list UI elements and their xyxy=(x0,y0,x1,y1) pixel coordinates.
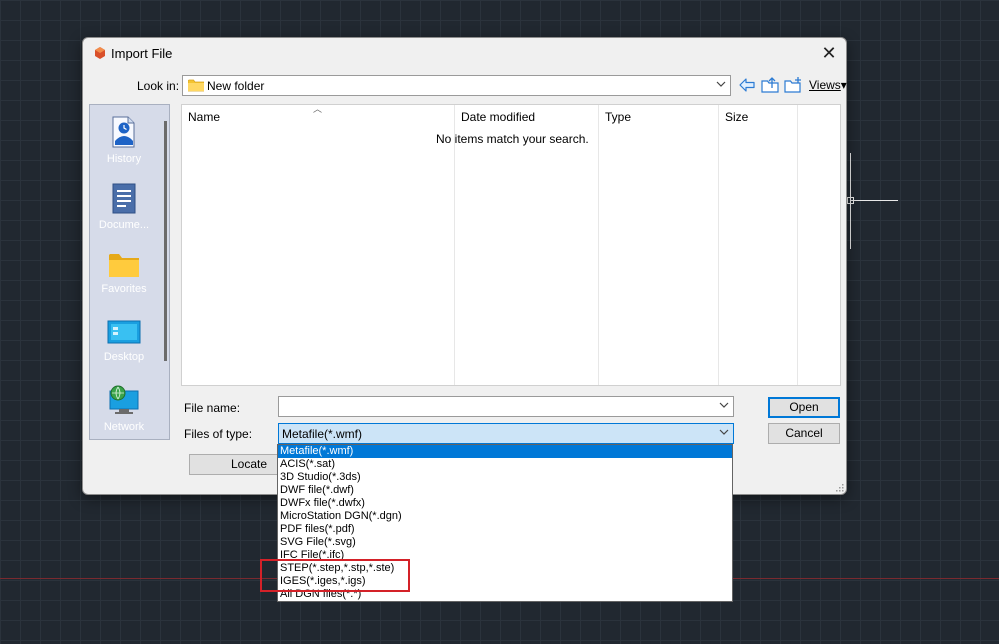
place-label: Docume... xyxy=(98,219,150,231)
column-header-name[interactable]: Name xyxy=(188,110,220,130)
import-file-dialog: Import File ✕ Look in: New folder Views▾ xyxy=(82,37,847,495)
place-label: Desktop xyxy=(103,351,145,363)
crosshair-pickbox xyxy=(847,197,854,204)
column-header-date-modified[interactable]: Date modified xyxy=(461,110,535,130)
look-in-combo[interactable]: New folder xyxy=(182,75,731,96)
chevron-down-icon[interactable] xyxy=(719,429,729,436)
file-type-option[interactable]: ACIS(*.sat) xyxy=(278,458,732,471)
files-of-type-label: Files of type: xyxy=(184,427,253,441)
column-separator[interactable] xyxy=(718,105,719,385)
resize-grip-icon[interactable] xyxy=(834,482,844,492)
sort-ascending-icon: ︿ xyxy=(313,104,323,114)
place-label: History xyxy=(106,153,142,165)
desktop-icon xyxy=(107,320,141,344)
back-arrow-icon[interactable] xyxy=(738,76,756,94)
place-label: Network xyxy=(103,421,145,433)
file-type-option[interactable]: MicroStation DGN(*.dgn) xyxy=(278,510,732,523)
documents-icon xyxy=(112,183,136,214)
place-history[interactable]: History xyxy=(90,115,158,165)
empty-message: No items match your search. xyxy=(436,132,589,146)
dialog-titlebar[interactable]: Import File ✕ xyxy=(83,38,846,68)
column-separator[interactable] xyxy=(598,105,599,385)
column-header-type[interactable]: Type xyxy=(605,110,631,130)
new-folder-icon[interactable] xyxy=(783,76,803,94)
files-of-type-value: Metafile(*.wmf) xyxy=(282,427,363,441)
open-button[interactable]: Open xyxy=(768,397,840,418)
column-separator[interactable] xyxy=(454,105,455,385)
dialog-title: Import File xyxy=(111,46,173,61)
column-header-size[interactable]: Size xyxy=(725,110,748,130)
cancel-button[interactable]: Cancel xyxy=(768,423,840,444)
file-type-option[interactable]: DWFx file(*.dwfx) xyxy=(278,497,732,510)
network-icon xyxy=(109,385,139,414)
views-dropdown-arrow: ▾ xyxy=(840,78,847,92)
column-separator[interactable] xyxy=(797,105,798,385)
place-documents[interactable]: Docume... xyxy=(90,183,158,231)
favorites-folder-icon xyxy=(109,254,139,277)
place-label: Favorites xyxy=(101,283,147,295)
crosshair-horizontal xyxy=(850,200,898,201)
look-in-label: Look in: xyxy=(137,79,180,93)
chevron-down-icon[interactable] xyxy=(716,81,726,88)
places-scrollbar[interactable] xyxy=(164,121,167,361)
look-in-value: New folder xyxy=(207,79,265,93)
file-list[interactable]: ︿ Name Date modified Type Size No items … xyxy=(181,104,841,386)
views-menu-button[interactable]: Views▾ xyxy=(809,78,847,92)
place-favorites[interactable]: Favorites xyxy=(90,251,158,295)
file-type-option[interactable]: PDF files(*.pdf) xyxy=(278,523,732,536)
chevron-down-icon[interactable] xyxy=(719,402,729,409)
file-type-option[interactable]: Metafile(*.wmf) xyxy=(278,445,732,458)
views-label: Views xyxy=(809,78,841,92)
up-folder-icon[interactable] xyxy=(760,76,780,94)
files-of-type-combo[interactable]: Metafile(*.wmf) xyxy=(278,423,734,444)
file-type-option[interactable]: 3D Studio(*.3ds) xyxy=(278,471,732,484)
file-name-label: File name: xyxy=(184,401,241,415)
annotation-highlight-box xyxy=(260,559,410,592)
places-bar: History Docume... Favorites Desktop Netw… xyxy=(89,104,170,440)
app-logo-icon xyxy=(95,47,105,59)
file-name-input[interactable] xyxy=(278,396,734,417)
place-network[interactable]: Network xyxy=(90,385,158,433)
place-desktop[interactable]: Desktop xyxy=(90,319,158,363)
history-icon xyxy=(112,116,135,148)
folder-icon xyxy=(188,79,204,92)
close-button[interactable]: ✕ xyxy=(816,41,842,65)
file-type-option[interactable]: SVG File(*.svg) xyxy=(278,536,732,549)
file-type-option[interactable]: DWF file(*.dwf) xyxy=(278,484,732,497)
